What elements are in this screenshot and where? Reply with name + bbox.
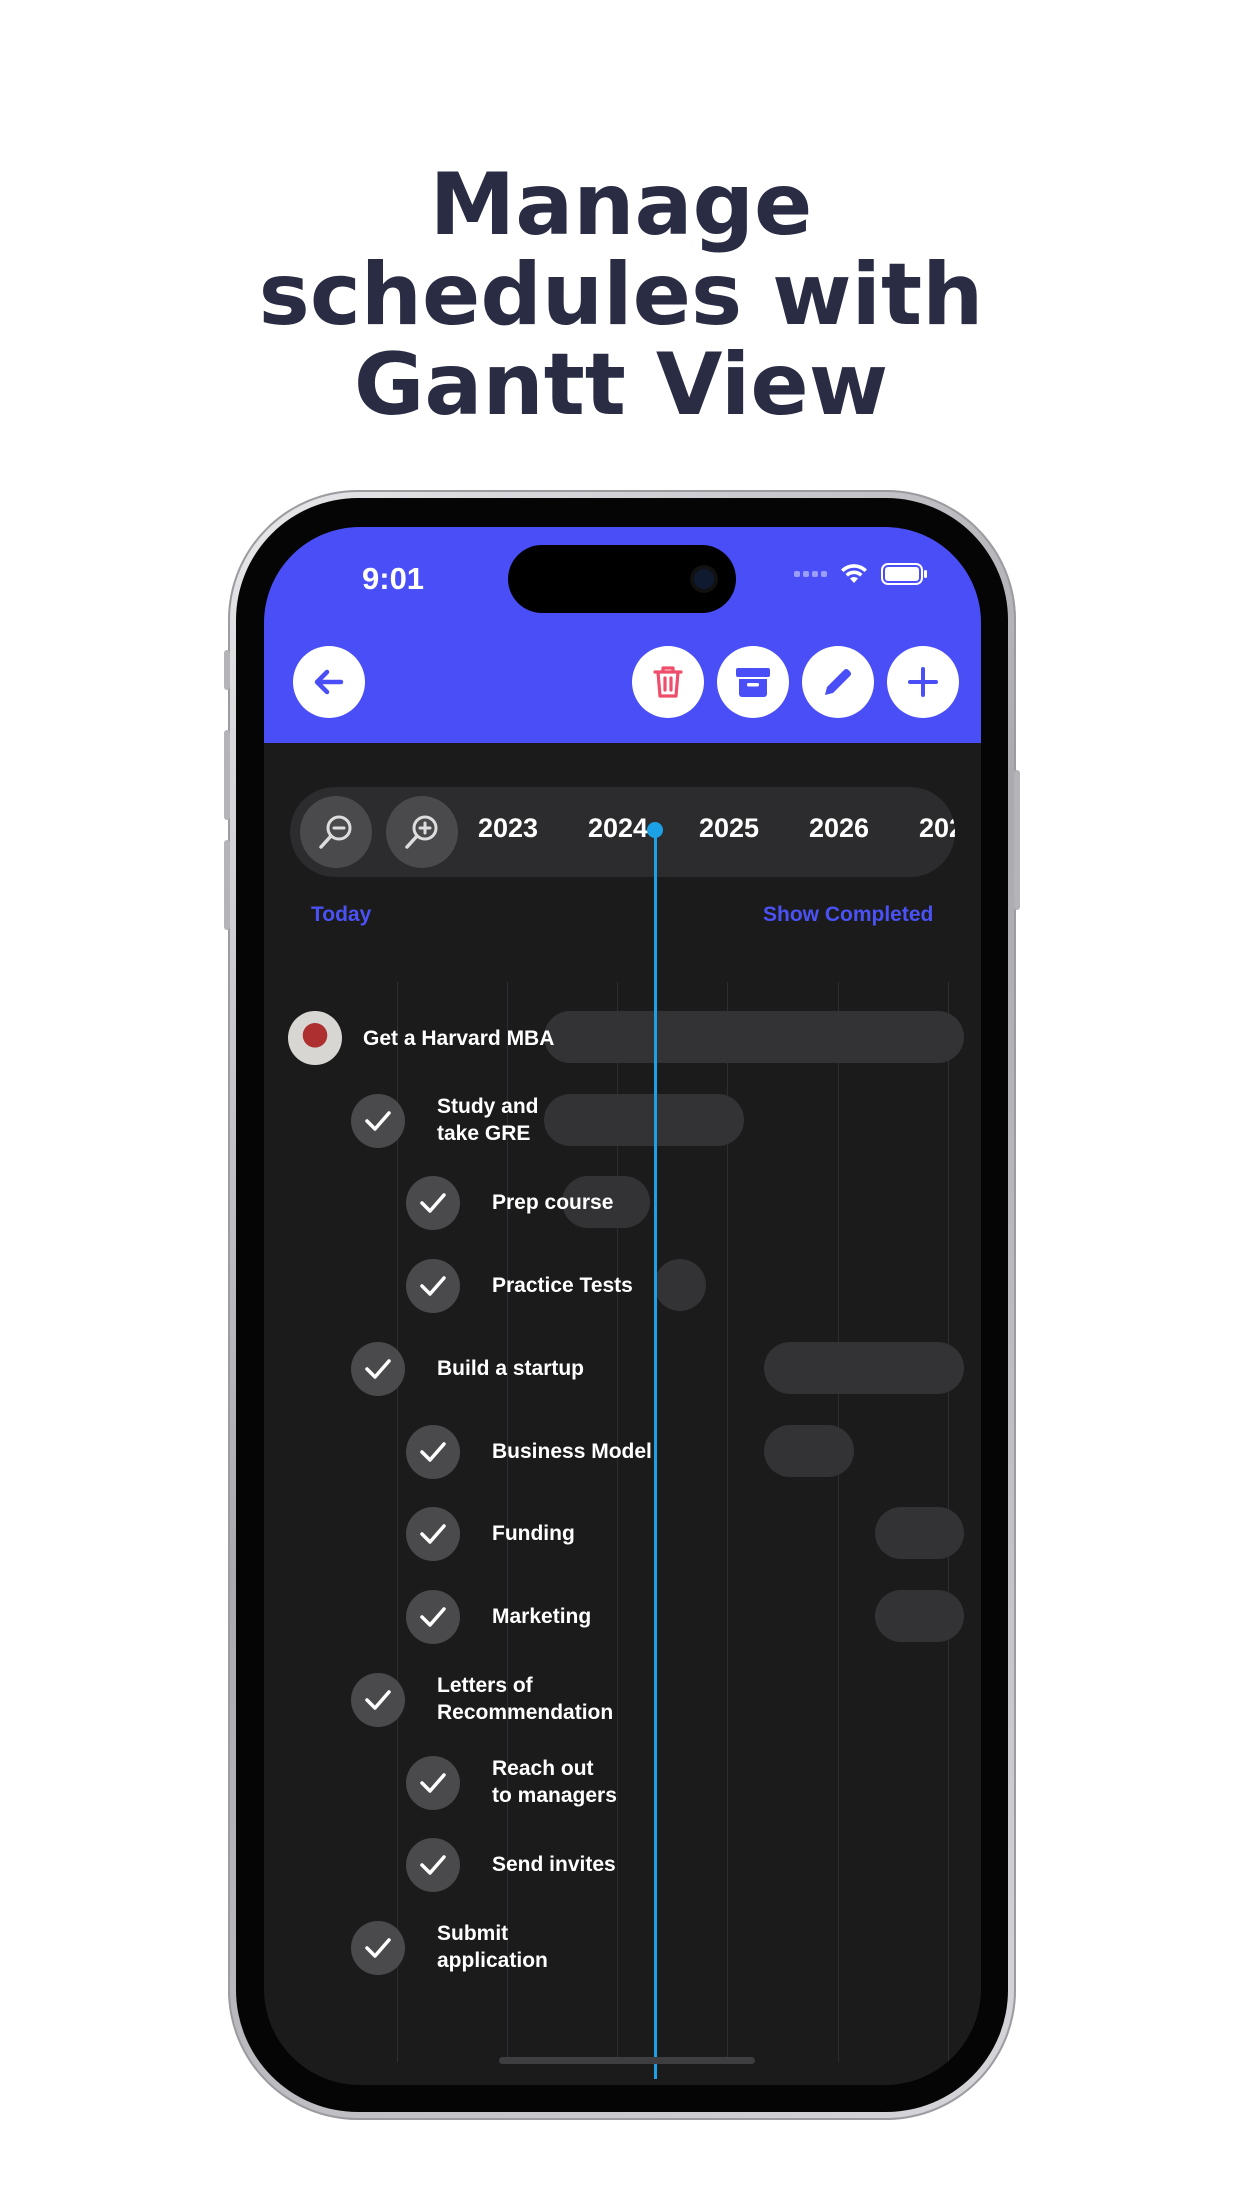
gantt-bar[interactable] bbox=[764, 1425, 854, 1477]
task-label[interactable]: Letters of Recommendation bbox=[437, 1672, 613, 1726]
phone-power-button bbox=[1014, 770, 1020, 910]
phone-volume-down bbox=[224, 840, 230, 930]
phone-side-button bbox=[224, 650, 230, 690]
check-icon bbox=[365, 1938, 391, 1958]
gantt-bar[interactable] bbox=[544, 1011, 964, 1063]
trash-icon bbox=[653, 666, 683, 698]
task-label[interactable]: Study and take GRE bbox=[437, 1093, 539, 1147]
grid-line bbox=[397, 982, 398, 2062]
plus-icon bbox=[908, 667, 938, 697]
timeline-scale[interactable]: 2023 2024 2025 2026 202 bbox=[290, 787, 955, 877]
gantt-bar[interactable] bbox=[764, 1342, 964, 1394]
task-check[interactable] bbox=[406, 1176, 460, 1230]
dynamic-island bbox=[508, 545, 736, 613]
today-link[interactable]: Today bbox=[311, 903, 371, 927]
gantt-bar[interactable] bbox=[875, 1590, 964, 1642]
check-icon bbox=[420, 1276, 446, 1296]
year-label: 2026 bbox=[809, 813, 870, 843]
back-button[interactable] bbox=[293, 646, 365, 718]
check-icon bbox=[420, 1855, 446, 1875]
task-check[interactable] bbox=[351, 1673, 405, 1727]
home-indicator[interactable] bbox=[499, 2057, 755, 2064]
task-label[interactable]: Get a Harvard MBA bbox=[363, 1025, 554, 1052]
show-completed-link[interactable]: Show Completed bbox=[763, 903, 933, 927]
year-label: 2023 bbox=[478, 813, 539, 843]
task-label[interactable]: Practice Tests bbox=[492, 1272, 633, 1299]
battery-icon bbox=[881, 563, 927, 585]
goal-avatar bbox=[288, 1011, 342, 1065]
headline-line-2: schedules with bbox=[258, 245, 984, 345]
signal-icon bbox=[794, 571, 827, 577]
year-label: 202 bbox=[919, 813, 955, 843]
camera-icon bbox=[694, 569, 714, 589]
zoom-out-button[interactable] bbox=[300, 796, 372, 868]
task-check[interactable] bbox=[406, 1838, 460, 1892]
task-label[interactable]: Submit application bbox=[437, 1920, 548, 1974]
arrow-left-icon bbox=[314, 669, 344, 695]
zoom-in-button[interactable] bbox=[386, 796, 458, 868]
task-label[interactable]: Marketing bbox=[492, 1603, 591, 1630]
pencil-icon bbox=[825, 668, 852, 695]
task-check[interactable] bbox=[351, 1921, 405, 1975]
archive-icon bbox=[736, 668, 770, 697]
gantt-bar[interactable] bbox=[654, 1259, 706, 1311]
status-time: 9:01 bbox=[362, 561, 425, 596]
check-icon bbox=[420, 1193, 446, 1213]
task-label[interactable]: Send invites bbox=[492, 1851, 616, 1878]
delete-button[interactable] bbox=[632, 646, 704, 718]
today-marker bbox=[647, 822, 663, 838]
task-label[interactable]: Reach out to managers bbox=[492, 1755, 617, 1809]
check-icon bbox=[420, 1773, 446, 1793]
zoom-out-icon bbox=[319, 815, 352, 849]
check-icon bbox=[365, 1359, 391, 1379]
year-label: 2024 bbox=[588, 813, 649, 843]
task-label[interactable]: Funding bbox=[492, 1520, 575, 1547]
headline-line-3: Gantt View bbox=[353, 335, 889, 435]
gantt-bar[interactable] bbox=[544, 1094, 744, 1146]
task-label[interactable]: Build a startup bbox=[437, 1355, 584, 1382]
status-icons bbox=[794, 563, 927, 585]
app-screen: 9:01 2023 2024 2025 2026 20 Today Show C… bbox=[264, 527, 981, 2085]
today-line bbox=[654, 829, 657, 2079]
grid-line bbox=[838, 982, 839, 2062]
add-button[interactable] bbox=[887, 646, 959, 718]
task-check[interactable] bbox=[406, 1590, 460, 1644]
task-check[interactable] bbox=[406, 1259, 460, 1313]
gantt-bar[interactable] bbox=[875, 1507, 964, 1559]
zoom-in-icon bbox=[405, 815, 438, 849]
task-label[interactable]: Business Model bbox=[492, 1438, 652, 1465]
archive-button[interactable] bbox=[717, 646, 789, 718]
task-check[interactable] bbox=[351, 1094, 405, 1148]
check-icon bbox=[420, 1442, 446, 1462]
phone-volume-up bbox=[224, 730, 230, 820]
task-check[interactable] bbox=[406, 1425, 460, 1479]
check-icon bbox=[420, 1607, 446, 1627]
wifi-icon bbox=[841, 564, 867, 583]
task-check[interactable] bbox=[406, 1507, 460, 1561]
check-icon bbox=[365, 1111, 391, 1131]
task-check[interactable] bbox=[406, 1756, 460, 1810]
task-label[interactable]: Prep course bbox=[492, 1189, 613, 1216]
check-icon bbox=[365, 1690, 391, 1710]
year-label: 2025 bbox=[699, 813, 760, 843]
headline-line-1: Manage bbox=[429, 155, 813, 255]
check-icon bbox=[420, 1524, 446, 1544]
edit-button[interactable] bbox=[802, 646, 874, 718]
headline: Manage schedules with Gantt View bbox=[0, 160, 1242, 430]
task-check[interactable] bbox=[351, 1342, 405, 1396]
app-header: 9:01 bbox=[264, 527, 981, 743]
